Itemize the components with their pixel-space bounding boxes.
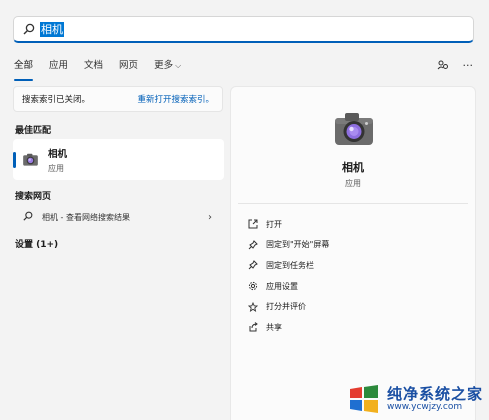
reenable-index-link[interactable]: 重新打开搜索索引。: [137, 93, 214, 105]
chevron-right-icon: ›: [208, 211, 212, 223]
open-icon: [247, 218, 259, 230]
more-options-icon[interactable]: ···: [463, 57, 474, 73]
tab-documents[interactable]: 文档: [84, 58, 103, 74]
best-match-item[interactable]: 相机 应用: [13, 139, 224, 180]
best-match-heading: 最佳匹配: [15, 126, 52, 136]
filter-tabs: 全部 应用 文档 网页 更多 ⌵: [14, 58, 197, 81]
share-icon: [247, 321, 259, 333]
tab-more-label: 更多: [154, 60, 174, 71]
action-open[interactable]: 打开: [247, 214, 329, 235]
camera-icon: [22, 151, 39, 168]
pin-icon: [247, 239, 259, 251]
selection-accent: [13, 152, 16, 168]
action-label: 打分并评价: [266, 302, 306, 312]
tab-more[interactable]: 更多 ⌵: [154, 58, 181, 74]
watermark-texts: 纯净系统之家 www.ycwjzy.com: [387, 386, 483, 413]
detail-title: 相机: [342, 161, 364, 174]
action-pin-taskbar[interactable]: 固定到任务栏: [247, 255, 329, 276]
action-label: 共享: [266, 322, 282, 332]
search-box[interactable]: 相机: [13, 16, 474, 43]
search-index-notice: 搜索索引已关闭。 重新打开搜索索引。: [13, 86, 223, 112]
action-pin-start[interactable]: 固定到"开始"屏幕: [247, 235, 329, 256]
settings-heading[interactable]: 设置 (1+): [15, 237, 58, 250]
camera-icon: [332, 107, 376, 151]
action-list: 打开 固定到"开始"屏幕 固定到任务栏 应用设置 打分并评价 共享: [247, 214, 329, 338]
index-notice-text: 搜索索引已关闭。: [22, 95, 91, 105]
web-search-heading: 搜索网页: [15, 192, 52, 202]
action-app-settings[interactable]: 应用设置: [247, 276, 329, 297]
account-switch-icon[interactable]: [437, 57, 449, 73]
chevron-down-icon: ⌵: [175, 61, 182, 70]
search-icon: [23, 211, 35, 223]
watermark-sub-text: www.ycwjzy.com: [387, 401, 463, 412]
top-right-actions: ···: [437, 57, 474, 73]
web-search-text: 相机 - 查看网络搜索结果: [42, 212, 130, 222]
tab-web[interactable]: 网页: [119, 58, 138, 74]
detail-panel: 相机 应用 打开 固定到"开始"屏幕 固定到任务栏 应用设置 打分并评价 共享: [230, 86, 476, 420]
star-icon: [247, 301, 259, 313]
gear-icon: [247, 280, 259, 292]
pin-icon: [247, 259, 259, 271]
best-match-title: 相机: [48, 148, 68, 160]
action-rate-review[interactable]: 打分并评价: [247, 296, 329, 317]
web-search-item[interactable]: 相机 - 查看网络搜索结果 ›: [13, 206, 224, 228]
best-match-texts: 相机 应用: [48, 146, 67, 174]
action-share[interactable]: 共享: [247, 317, 329, 338]
action-label: 打开: [266, 219, 282, 229]
watermark-icon: [350, 385, 378, 413]
tab-apps[interactable]: 应用: [49, 58, 68, 74]
action-label: 应用设置: [266, 281, 298, 291]
watermark-main-text: 纯净系统之家: [387, 384, 484, 403]
action-label: 固定到"开始"屏幕: [266, 240, 330, 250]
action-label: 固定到任务栏: [266, 260, 314, 270]
search-input[interactable]: 相机: [40, 22, 64, 37]
watermark-logo: 纯净系统之家 www.ycwjzy.com: [347, 380, 487, 418]
divider: [238, 203, 468, 204]
detail-subtitle: 应用: [345, 179, 361, 188]
search-icon: [23, 22, 37, 36]
best-match-subtitle: 应用: [48, 163, 64, 173]
tab-all[interactable]: 全部: [14, 58, 34, 81]
